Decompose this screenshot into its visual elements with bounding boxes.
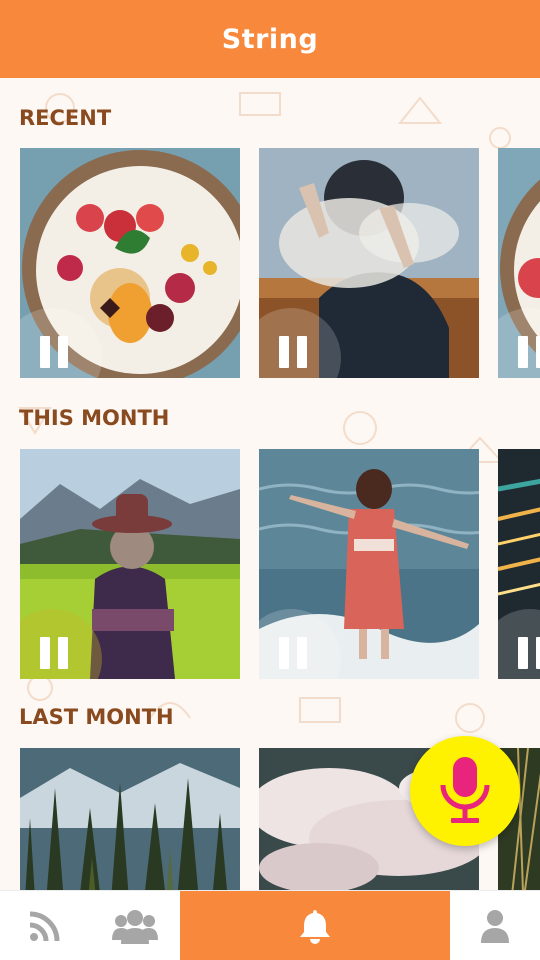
this-month-card-3[interactable] (498, 449, 540, 679)
recent-card-3[interactable] (498, 148, 540, 378)
section-title-this-month: THIS MONTH (19, 406, 170, 430)
pause-icon[interactable] (40, 336, 70, 368)
pause-icon[interactable] (40, 637, 70, 669)
pine-forest-image (20, 748, 240, 890)
recent-row (0, 148, 540, 378)
section-title-last-month: LAST MONTH (19, 705, 174, 729)
microphone-icon (440, 757, 490, 823)
user-profile-icon (481, 910, 509, 943)
tab-notifications[interactable] (180, 891, 450, 960)
bottom-tab-bar (0, 890, 540, 960)
last-month-card-1[interactable] (20, 748, 240, 890)
section-title-recent: RECENT (19, 106, 112, 130)
this-month-row (0, 449, 540, 679)
this-month-card-2[interactable] (259, 449, 479, 679)
app-header: String (0, 0, 540, 78)
tab-profile[interactable] (450, 891, 540, 960)
tab-feed[interactable] (0, 891, 90, 960)
record-voice-button[interactable] (410, 736, 520, 846)
recent-card-2[interactable] (259, 148, 479, 378)
this-month-card-1[interactable] (20, 449, 240, 679)
pause-icon[interactable] (279, 336, 309, 368)
rss-feed-icon (29, 911, 60, 942)
tab-groups[interactable] (90, 891, 180, 960)
pause-icon[interactable] (518, 637, 540, 669)
pause-icon[interactable] (279, 637, 309, 669)
app-title: String (221, 23, 319, 55)
recent-card-1[interactable] (20, 148, 240, 378)
group-icon (112, 910, 158, 944)
bell-icon (300, 910, 330, 944)
pause-icon[interactable] (518, 336, 540, 368)
